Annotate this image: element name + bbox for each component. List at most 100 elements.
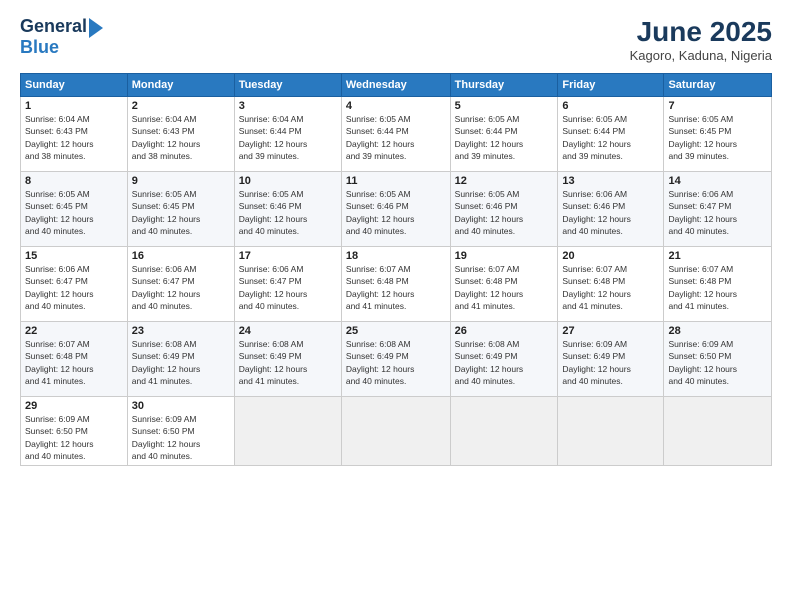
day-info: Sunrise: 6:04 AMSunset: 6:43 PMDaylight:… bbox=[25, 113, 123, 162]
day-info: Sunrise: 6:05 AMSunset: 6:46 PMDaylight:… bbox=[346, 188, 446, 237]
calendar-day-13: 13Sunrise: 6:06 AMSunset: 6:46 PMDayligh… bbox=[558, 172, 664, 247]
empty-cell bbox=[450, 397, 558, 466]
calendar-week-2: 8 Sunrise: 6:05 AMSunset: 6:45 PMDaylight… bbox=[21, 172, 772, 247]
day-info: Sunrise: 6:07 AMSunset: 6:48 PMDaylight:… bbox=[346, 263, 446, 312]
day-number: 7 bbox=[668, 100, 767, 112]
calendar-day-19: 19Sunrise: 6:07 AMSunset: 6:48 PMDayligh… bbox=[450, 247, 558, 322]
calendar-day-9: 9Sunrise: 6:05 AMSunset: 6:45 PMDaylight… bbox=[127, 172, 234, 247]
calendar-day-22: 22Sunrise: 6:07 AMSunset: 6:48 PMDayligh… bbox=[21, 322, 128, 397]
day-info: Sunrise: 6:06 AMSunset: 6:47 PMDaylight:… bbox=[239, 263, 337, 312]
calendar-day-7: 7Sunrise: 6:05 AMSunset: 6:45 PMDaylight… bbox=[664, 97, 772, 172]
day-info: Sunrise: 6:04 AMSunset: 6:44 PMDaylight:… bbox=[239, 113, 337, 162]
page: General Blue June 2025 Kagoro, Kaduna, N… bbox=[0, 0, 792, 612]
calendar-day-26: 26Sunrise: 6:08 AMSunset: 6:49 PMDayligh… bbox=[450, 322, 558, 397]
calendar-day-11: 11Sunrise: 6:05 AMSunset: 6:46 PMDayligh… bbox=[341, 172, 450, 247]
day-number: 4 bbox=[346, 100, 446, 112]
day-info: Sunrise: 6:09 AMSunset: 6:49 PMDaylight:… bbox=[562, 338, 659, 387]
day-info: Sunrise: 6:09 AMSunset: 6:50 PMDaylight:… bbox=[25, 413, 123, 462]
day-number: 20 bbox=[562, 250, 659, 262]
day-number: 24 bbox=[239, 325, 337, 337]
day-info: Sunrise: 6:07 AMSunset: 6:48 PMDaylight:… bbox=[25, 338, 123, 387]
day-info: Sunrise: 6:07 AMSunset: 6:48 PMDaylight:… bbox=[668, 263, 767, 312]
weekday-header-saturday: Saturday bbox=[664, 74, 772, 97]
day-number: 29 bbox=[25, 400, 123, 412]
calendar-day-3: 3Sunrise: 6:04 AMSunset: 6:44 PMDaylight… bbox=[234, 97, 341, 172]
calendar-day-14: 14Sunrise: 6:06 AMSunset: 6:47 PMDayligh… bbox=[664, 172, 772, 247]
day-info: Sunrise: 6:08 AMSunset: 6:49 PMDaylight:… bbox=[239, 338, 337, 387]
day-number: 6 bbox=[562, 100, 659, 112]
calendar-day-17: 17Sunrise: 6:06 AMSunset: 6:47 PMDayligh… bbox=[234, 247, 341, 322]
day-info: Sunrise: 6:08 AMSunset: 6:49 PMDaylight:… bbox=[132, 338, 230, 387]
day-info: Sunrise: 6:09 AMSunset: 6:50 PMDaylight:… bbox=[668, 338, 767, 387]
weekday-header-thursday: Thursday bbox=[450, 74, 558, 97]
day-number: 30 bbox=[132, 400, 230, 412]
day-number: 27 bbox=[562, 325, 659, 337]
day-info: Sunrise: 6:09 AMSunset: 6:50 PMDaylight:… bbox=[132, 413, 230, 462]
calendar-day-15: 15Sunrise: 6:06 AMSunset: 6:47 PMDayligh… bbox=[21, 247, 128, 322]
calendar-day-23: 23Sunrise: 6:08 AMSunset: 6:49 PMDayligh… bbox=[127, 322, 234, 397]
calendar-day-16: 16Sunrise: 6:06 AMSunset: 6:47 PMDayligh… bbox=[127, 247, 234, 322]
day-number: 15 bbox=[25, 250, 123, 262]
calendar-day-24: 24Sunrise: 6:08 AMSunset: 6:49 PMDayligh… bbox=[234, 322, 341, 397]
logo-blue-text: Blue bbox=[20, 38, 59, 58]
day-number: 3 bbox=[239, 100, 337, 112]
day-info: Sunrise: 6:05 AMSunset: 6:46 PMDaylight:… bbox=[455, 188, 554, 237]
day-info: Sunrise: 6:06 AMSunset: 6:46 PMDaylight:… bbox=[562, 188, 659, 237]
empty-cell bbox=[234, 397, 341, 466]
calendar-day-5: 5Sunrise: 6:05 AMSunset: 6:44 PMDaylight… bbox=[450, 97, 558, 172]
day-number: 25 bbox=[346, 325, 446, 337]
empty-cell bbox=[341, 397, 450, 466]
empty-cell bbox=[664, 397, 772, 466]
title-block: June 2025 Kagoro, Kaduna, Nigeria bbox=[630, 16, 772, 63]
day-info: Sunrise: 6:08 AMSunset: 6:49 PMDaylight:… bbox=[455, 338, 554, 387]
weekday-header-row: SundayMondayTuesdayWednesdayThursdayFrid… bbox=[21, 74, 772, 97]
calendar-day-25: 25Sunrise: 6:08 AMSunset: 6:49 PMDayligh… bbox=[341, 322, 450, 397]
day-info: Sunrise: 6:06 AMSunset: 6:47 PMDaylight:… bbox=[25, 263, 123, 312]
day-info: Sunrise: 6:06 AMSunset: 6:47 PMDaylight:… bbox=[132, 263, 230, 312]
day-number: 26 bbox=[455, 325, 554, 337]
calendar-day-27: 27Sunrise: 6:09 AMSunset: 6:49 PMDayligh… bbox=[558, 322, 664, 397]
day-info: Sunrise: 6:06 AMSunset: 6:47 PMDaylight:… bbox=[668, 188, 767, 237]
logo: General Blue bbox=[20, 16, 103, 58]
calendar-day-18: 18Sunrise: 6:07 AMSunset: 6:48 PMDayligh… bbox=[341, 247, 450, 322]
day-info: Sunrise: 6:05 AMSunset: 6:44 PMDaylight:… bbox=[455, 113, 554, 162]
weekday-header-wednesday: Wednesday bbox=[341, 74, 450, 97]
day-number: 17 bbox=[239, 250, 337, 262]
empty-cell bbox=[558, 397, 664, 466]
day-info: Sunrise: 6:08 AMSunset: 6:49 PMDaylight:… bbox=[346, 338, 446, 387]
day-number: 8 bbox=[25, 175, 123, 187]
day-number: 18 bbox=[346, 250, 446, 262]
calendar-day-1: 1Sunrise: 6:04 AMSunset: 6:43 PMDaylight… bbox=[21, 97, 128, 172]
day-info: Sunrise: 6:07 AMSunset: 6:48 PMDaylight:… bbox=[562, 263, 659, 312]
calendar-day-12: 12Sunrise: 6:05 AMSunset: 6:46 PMDayligh… bbox=[450, 172, 558, 247]
day-info: Sunrise: 6:05 AMSunset: 6:45 PMDaylight:… bbox=[132, 188, 230, 237]
calendar-day-10: 10Sunrise: 6:05 AMSunset: 6:46 PMDayligh… bbox=[234, 172, 341, 247]
day-number: 5 bbox=[455, 100, 554, 112]
day-info: Sunrise: 6:05 AMSunset: 6:44 PMDaylight:… bbox=[346, 113, 446, 162]
day-info: Sunrise: 6:05 AMSunset: 6:44 PMDaylight:… bbox=[562, 113, 659, 162]
day-info: Sunrise: 6:05 AMSunset: 6:46 PMDaylight:… bbox=[239, 188, 337, 237]
day-number: 13 bbox=[562, 175, 659, 187]
day-info: Sunrise: 6:07 AMSunset: 6:48 PMDaylight:… bbox=[455, 263, 554, 312]
day-number: 28 bbox=[668, 325, 767, 337]
calendar-day-30: 30Sunrise: 6:09 AMSunset: 6:50 PMDayligh… bbox=[127, 397, 234, 466]
day-number: 2 bbox=[132, 100, 230, 112]
day-number: 1 bbox=[25, 100, 123, 112]
weekday-header-friday: Friday bbox=[558, 74, 664, 97]
header: General Blue June 2025 Kagoro, Kaduna, N… bbox=[20, 16, 772, 63]
calendar: SundayMondayTuesdayWednesdayThursdayFrid… bbox=[20, 73, 772, 466]
day-info: Sunrise: 6:05 AMSunset: 6:45 PMDaylight:… bbox=[668, 113, 767, 162]
logo-text: General bbox=[20, 17, 87, 37]
day-number: 23 bbox=[132, 325, 230, 337]
calendar-week-5: 29Sunrise: 6:09 AMSunset: 6:50 PMDayligh… bbox=[21, 397, 772, 466]
day-number: 11 bbox=[346, 175, 446, 187]
logo-arrow-icon bbox=[89, 18, 103, 38]
month-year: June 2025 bbox=[630, 16, 772, 48]
calendar-week-4: 22Sunrise: 6:07 AMSunset: 6:48 PMDayligh… bbox=[21, 322, 772, 397]
day-number: 10 bbox=[239, 175, 337, 187]
calendar-day-20: 20Sunrise: 6:07 AMSunset: 6:48 PMDayligh… bbox=[558, 247, 664, 322]
calendar-week-1: 1Sunrise: 6:04 AMSunset: 6:43 PMDaylight… bbox=[21, 97, 772, 172]
weekday-header-monday: Monday bbox=[127, 74, 234, 97]
day-info: Sunrise: 6:04 AMSunset: 6:43 PMDaylight:… bbox=[132, 113, 230, 162]
day-number: 9 bbox=[132, 175, 230, 187]
